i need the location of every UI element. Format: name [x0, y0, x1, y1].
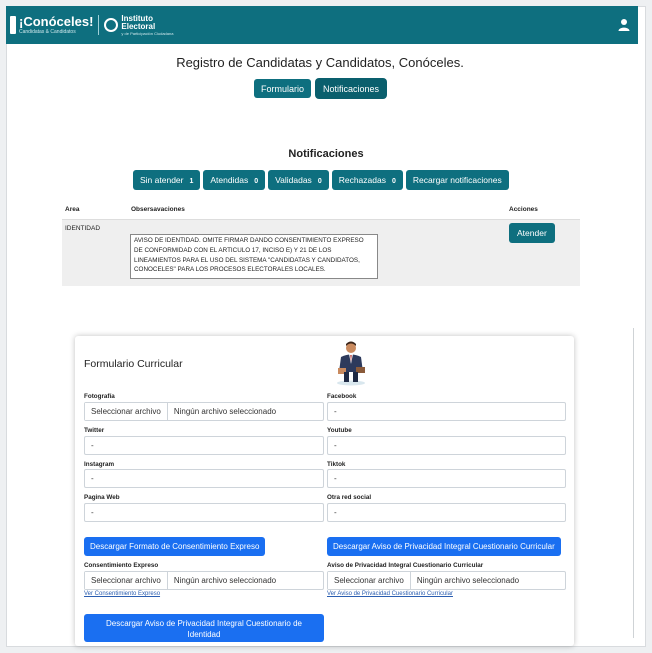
- view-privacy-link[interactable]: Ver Aviso de Privacidad Cuestionario Cur…: [327, 591, 453, 597]
- filter-label: Atendidas: [210, 175, 249, 185]
- brand-name: ¡Conóceles!: [19, 13, 94, 29]
- consent-label: Consentimiento Expreso: [84, 562, 159, 569]
- privacy-file-input[interactable]: Seleccionar archivo Ningún archivo selec…: [327, 571, 566, 590]
- privacy-label: Aviso de Privacidad Integral Cuestionari…: [327, 562, 484, 569]
- brand-logo[interactable]: ¡Conóceles! Candidatas & Candidatos Inst…: [10, 12, 173, 38]
- privacy-file-name: Ningún archivo seleccionado: [416, 576, 520, 585]
- institute-logo-icon: [104, 18, 119, 32]
- filter-rechazadas-button[interactable]: Rechazadas 0: [331, 170, 403, 190]
- filter-atendidas-button[interactable]: Atendidas 0: [203, 170, 266, 190]
- facebook-label: Facebook: [327, 393, 357, 400]
- youtube-input[interactable]: -: [327, 436, 566, 455]
- twitter-value: -: [91, 441, 94, 450]
- other-social-value: -: [334, 508, 337, 517]
- notification-filters: Sin atender 1 Atendidas 0 Validadas 0 Recha…: [133, 170, 509, 190]
- consent-file-name: Ningún archivo seleccionado: [173, 576, 277, 585]
- facebook-input[interactable]: -: [327, 402, 566, 421]
- tiktok-input[interactable]: -: [327, 469, 566, 488]
- brand-mark-icon: [10, 16, 16, 34]
- table-row: IDENTIDAD AVISO DE IDENTIDAD. OMITE FIRM…: [62, 219, 580, 286]
- column-header-actions: Acciones: [509, 206, 538, 213]
- web-input[interactable]: -: [84, 503, 324, 522]
- filter-label: Sin atender: [140, 175, 184, 185]
- photo-file-input[interactable]: Seleccionar archivo Ningún archivo selec…: [84, 402, 324, 421]
- page-title: Registro de Candidatas y Candidatos, Con…: [176, 55, 464, 70]
- top-navbar: ¡Conóceles! Candidatas & Candidatos Inst…: [6, 6, 638, 44]
- download-privacy-button[interactable]: Descargar Aviso de Privacidad Integral C…: [327, 537, 561, 556]
- download-identity-privacy-button[interactable]: Descargar Aviso de Privacidad Integral C…: [84, 614, 324, 642]
- instagram-label: Instagram: [84, 461, 115, 468]
- filter-label: Validadas: [275, 175, 312, 185]
- column-header-area: Area: [65, 206, 80, 213]
- observation-text: AVISO DE IDENTIDAD. OMITE FIRMAR DANDO C…: [130, 234, 378, 279]
- consent-file-input[interactable]: Seleccionar archivo Ningún archivo selec…: [84, 571, 324, 590]
- other-social-label: Otra red social: [327, 494, 372, 501]
- facebook-value: -: [334, 407, 337, 416]
- user-icon[interactable]: [618, 18, 630, 32]
- candidate-figure-icon: [337, 341, 365, 386]
- twitter-label: Twitter: [84, 427, 105, 434]
- brand-divider: [98, 15, 100, 35]
- institute-name-line2: Electoral: [121, 21, 156, 31]
- youtube-value: -: [334, 441, 337, 450]
- institute-subtitle: y de Participación Ciudadana: [121, 30, 174, 36]
- curricular-form-card: Formulario Curricular Fotografía Selecci…: [75, 336, 574, 646]
- tiktok-value: -: [334, 474, 337, 483]
- main-tabs: Formulario Notificaciones: [0, 79, 640, 98]
- photo-label: Fotografía: [84, 393, 115, 400]
- tiktok-label: Tiktok: [327, 461, 346, 468]
- row-area: IDENTIDAD: [65, 225, 101, 232]
- photo-file-name: Ningún archivo seleccionado: [173, 407, 277, 416]
- view-consent-link[interactable]: Ver Consentimiento Expreso: [84, 591, 160, 597]
- tab-formulario[interactable]: Formulario: [253, 79, 311, 98]
- filter-label: Rechazadas: [338, 175, 386, 185]
- form-title: Formulario Curricular: [84, 358, 183, 370]
- count-badge: 1: [189, 178, 194, 185]
- consent-select-button[interactable]: Seleccionar archivo: [85, 572, 168, 589]
- download-consent-button[interactable]: Descargar Formato de Consentimiento Expr…: [84, 537, 266, 556]
- count-badge: 0: [254, 178, 259, 185]
- atender-button[interactable]: Atender: [509, 223, 555, 243]
- web-value: -: [91, 508, 94, 517]
- notifications-heading: Notificaciones: [288, 148, 364, 160]
- column-header-observations: Obsersavaciones: [131, 206, 185, 213]
- tab-notificaciones[interactable]: Notificaciones: [315, 79, 387, 98]
- instagram-input[interactable]: -: [84, 469, 324, 488]
- other-social-input[interactable]: -: [327, 503, 566, 522]
- instagram-value: -: [91, 474, 94, 483]
- privacy-select-button[interactable]: Seleccionar archivo: [328, 572, 411, 589]
- youtube-label: Youtube: [327, 427, 352, 434]
- reload-notifications-button[interactable]: Recargar notificaciones: [405, 170, 509, 190]
- filter-sin-atender-button[interactable]: Sin atender 1: [133, 170, 201, 190]
- count-badge: 0: [317, 178, 322, 185]
- filter-validadas-button[interactable]: Validadas 0: [268, 170, 329, 190]
- content-divider: [633, 328, 634, 638]
- photo-select-button[interactable]: Seleccionar archivo: [85, 403, 168, 420]
- count-badge: 0: [391, 178, 396, 185]
- web-label: Pagina Web: [84, 494, 120, 501]
- twitter-input[interactable]: -: [84, 436, 324, 455]
- brand-subtitle: Candidatas & Candidatos: [19, 28, 76, 35]
